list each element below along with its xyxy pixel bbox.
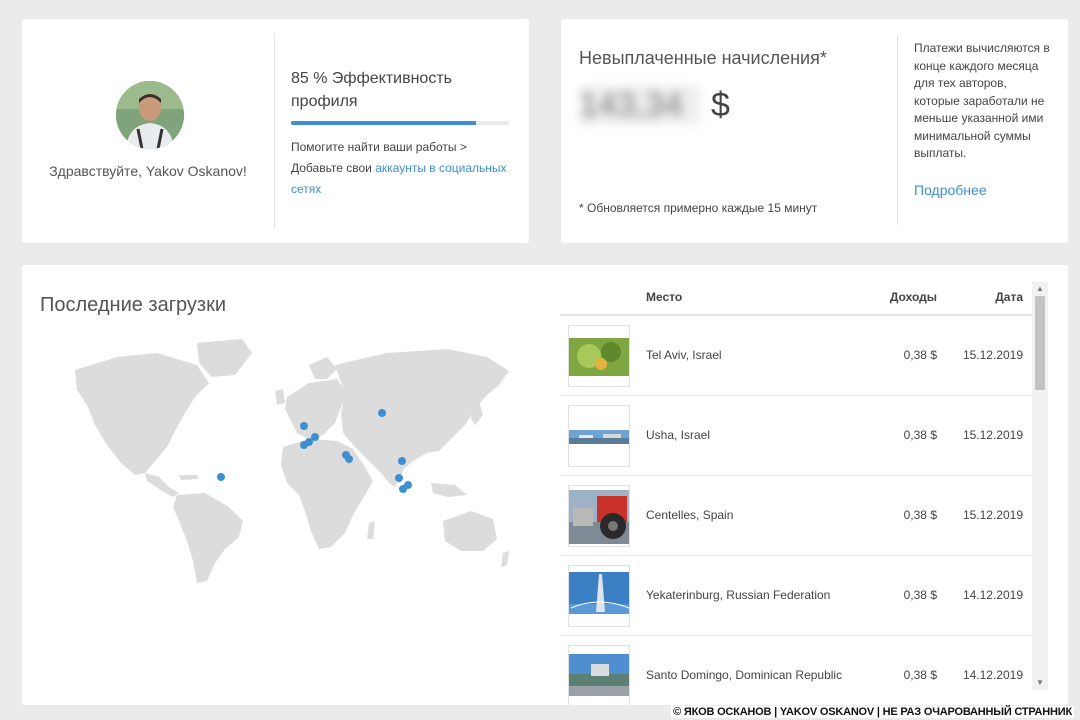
efficiency-progress-fill [291, 121, 477, 125]
payout-info-text: Платежи вычисляются в конце каждого меся… [914, 41, 1050, 160]
earnings-title: Невыплаченные начисления* [579, 48, 827, 68]
column-header-date[interactable]: Дата [995, 290, 1023, 304]
earnings-cell: 0,38 $ [903, 588, 937, 602]
panorama-photo-thumbnail[interactable] [568, 405, 630, 467]
payout-info: Платежи вычисляются в конце каждого меся… [914, 40, 1054, 198]
avatar[interactable] [116, 81, 184, 149]
city-photo-thumbnail[interactable] [568, 645, 630, 705]
date-cell: 15.12.2019 [962, 428, 1023, 442]
map-marker[interactable] [345, 455, 353, 463]
world-map[interactable] [47, 335, 517, 585]
place-cell: Yekaterinburg, Russian Federation [646, 588, 831, 602]
map-marker[interactable] [378, 409, 386, 417]
scroll-up-arrow-icon[interactable]: ▲ [1032, 282, 1048, 296]
map-marker[interactable] [217, 473, 225, 481]
add-accounts-prefix: Добавьте свои [291, 161, 376, 175]
watermark: © ЯКОВ ОСКАНОВ | YAKOV OSKANOV | НЕ РАЗ … [671, 706, 1074, 718]
table-row[interactable]: Yekaterinburg, Russian Federation 0,38 $… [560, 556, 1032, 636]
date-cell: 14.12.2019 [962, 588, 1023, 602]
date-cell: 15.12.2019 [962, 508, 1023, 522]
table-row[interactable]: Usha, Israel 0,38 $ 15.12.2019 [560, 396, 1032, 476]
table-scrollbar[interactable]: ▲ ▼ [1032, 282, 1048, 690]
date-cell: 14.12.2019 [962, 668, 1023, 682]
table-row[interactable]: Tel Aviv, Israel 0,38 $ 15.12.2019 [560, 316, 1032, 396]
uploads-table: Место Доходы Дата Tel Aviv, Israel 0,38 … [560, 280, 1032, 705]
earnings-cell: 0,38 $ [903, 668, 937, 682]
place-cell: Tel Aviv, Israel [646, 348, 722, 362]
date-cell: 15.12.2019 [962, 348, 1023, 362]
find-works-link[interactable]: Помогите найти ваши работы > [291, 137, 513, 158]
column-header-place[interactable]: Место [646, 290, 682, 304]
leaves-photo-thumbnail[interactable] [568, 325, 630, 387]
divider [274, 33, 275, 229]
divider [897, 35, 898, 225]
profile-efficiency: 85 % Эффективность профиля Помогите найт… [291, 67, 513, 200]
table-row[interactable]: Santo Domingo, Dominican Republic 0,38 $… [560, 636, 1032, 705]
map-land [75, 339, 509, 583]
recent-uploads-title: Последние загрузки [40, 294, 226, 316]
earnings-cell: 0,38 $ [903, 428, 937, 442]
earnings-amount-value: 143,34 [579, 85, 701, 125]
scroll-down-arrow-icon[interactable]: ▼ [1032, 676, 1048, 690]
scroll-thumb[interactable] [1035, 296, 1045, 390]
tower-photo-thumbnail[interactable] [568, 565, 630, 627]
tractor-photo-thumbnail[interactable] [568, 485, 630, 547]
add-accounts-line: Добавьте свои аккаунты в социальных сетя… [291, 158, 513, 200]
profile-card: Здравствуйте, Yakov Oskanov! 85 % Эффект… [22, 19, 529, 243]
map-marker[interactable] [311, 433, 319, 441]
update-note: * Обновляется примерно каждые 15 минут [579, 201, 818, 215]
earnings-cell: 0,38 $ [903, 508, 937, 522]
efficiency-progress-bar [291, 121, 509, 125]
more-link[interactable]: Подробнее [914, 182, 1054, 198]
column-header-earnings[interactable]: Доходы [890, 290, 937, 304]
earnings-cell: 0,38 $ [903, 348, 937, 362]
table-row[interactable]: Centelles, Spain 0,38 $ 15.12.2019 [560, 476, 1032, 556]
place-cell: Usha, Israel [646, 428, 711, 442]
table-header: Место Доходы Дата [560, 280, 1032, 316]
place-cell: Centelles, Spain [646, 508, 734, 522]
map-marker[interactable] [395, 474, 403, 482]
profile-summary: Здравствуйте, Yakov Oskanov! [22, 19, 274, 243]
profile-help: Помогите найти ваши работы > Добавьте св… [291, 137, 513, 200]
efficiency-title: 85 % Эффективность профиля [291, 70, 452, 110]
map-marker[interactable] [404, 481, 412, 489]
currency-symbol: $ [711, 85, 730, 124]
earnings-amount: 143,34 $ [579, 83, 730, 127]
recent-uploads-card: Последние загрузки Место Доходы Дата Tel… [22, 265, 1068, 705]
place-cell: Santo Domingo, Dominican Republic [646, 668, 843, 682]
earnings-card: Невыплаченные начисления* 143,34 $ * Обн… [561, 19, 1068, 243]
map-marker[interactable] [398, 457, 406, 465]
map-marker[interactable] [300, 422, 308, 430]
greeting-text: Здравствуйте, Yakov Oskanov! [49, 163, 247, 179]
